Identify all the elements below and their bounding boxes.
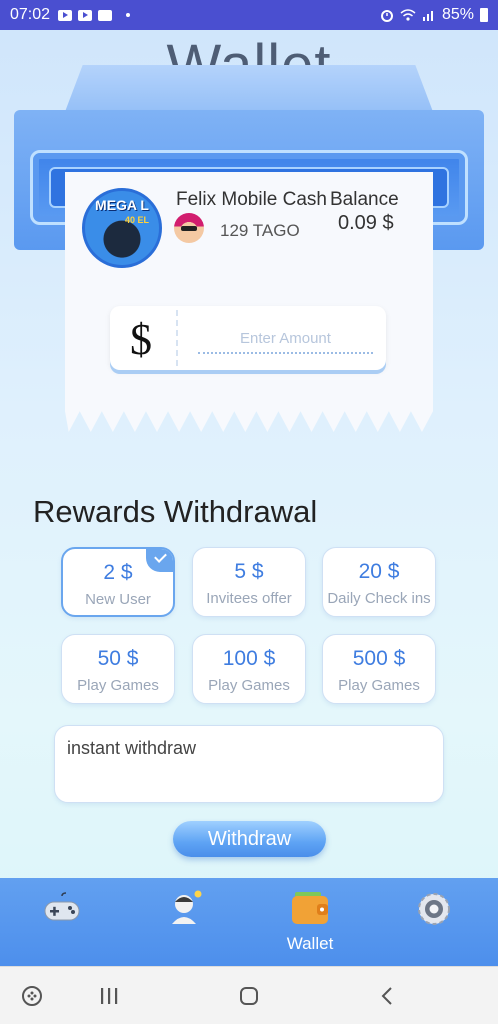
image-icon — [98, 9, 113, 21]
notification-dot-icon — [126, 13, 131, 17]
game-launcher-icon — [22, 986, 42, 1006]
wallet-icon — [292, 892, 328, 924]
reward-option-daily-checkins[interactable]: 20 $ Daily Check ins — [322, 547, 436, 617]
app-name: Felix Mobile Cash — [176, 189, 327, 210]
youtube-icon — [58, 9, 73, 21]
tab-profile[interactable] — [124, 878, 248, 966]
reward-option-play-games-500[interactable]: 500 $ Play Games — [322, 634, 436, 704]
amount-input[interactable] — [198, 324, 373, 354]
rewards-title: Rewards Withdrawal — [33, 494, 318, 529]
nav-game-launcher[interactable] — [2, 967, 62, 1024]
reward-label: Invitees offer — [206, 590, 292, 607]
balance-label: Balance — [330, 189, 399, 210]
reward-option-invitees[interactable]: 5 $ Invitees offer — [192, 547, 306, 617]
nav-recents[interactable] — [79, 967, 139, 1024]
reward-option-new-user[interactable]: 2 $ New User — [61, 547, 175, 617]
tab-games[interactable] — [0, 878, 124, 966]
reward-label: Play Games — [208, 677, 290, 694]
reward-option-play-games-100[interactable]: 100 $ Play Games — [192, 634, 306, 704]
reward-option-play-games-50[interactable]: 50 $ Play Games — [61, 634, 175, 704]
reward-amount: 50 $ — [97, 647, 139, 670]
reward-amount: 500 $ — [352, 647, 406, 670]
status-time: 07:02 — [10, 6, 51, 23]
status-bar: 07:02 85% — [0, 0, 498, 30]
logo-subtext: 40 EL — [124, 215, 149, 225]
signal-icon — [422, 11, 433, 21]
recents-icon — [101, 988, 118, 1004]
reward-amount: 5 $ — [234, 560, 264, 583]
system-nav-bar — [0, 966, 498, 1024]
settings-icon — [418, 893, 450, 925]
wifi-icon — [400, 9, 416, 21]
tab-settings[interactable] — [372, 878, 496, 966]
tab-wallet[interactable]: Wallet — [248, 878, 372, 966]
amount-divider — [176, 310, 178, 366]
nav-back[interactable] — [358, 967, 418, 1024]
user-points: 129 TAGO — [220, 221, 300, 240]
status-right: 85% — [380, 6, 488, 24]
youtube-icon — [78, 9, 93, 21]
bottom-tab-bar: Wallet — [0, 878, 498, 966]
battery-icon — [480, 8, 488, 22]
reward-amount: 20 $ — [358, 560, 400, 583]
user-avatar — [174, 213, 204, 243]
logo-text: MEGA L — [95, 197, 149, 213]
nav-home[interactable] — [219, 967, 279, 1024]
reward-label: Play Games — [338, 677, 420, 694]
tab-label-wallet: Wallet — [286, 934, 334, 953]
reward-amount: 100 $ — [222, 647, 276, 670]
user-idea-icon — [172, 890, 202, 924]
gamepad-icon — [44, 892, 80, 921]
battery-percent: 85% — [441, 6, 474, 23]
amount-box: $ — [110, 306, 386, 370]
withdraw-note-field[interactable]: instant withdraw — [54, 725, 444, 803]
home-icon — [240, 987, 258, 1005]
app-logo: MEGA L 40 EL — [82, 188, 162, 268]
alarm-icon — [380, 10, 393, 22]
back-icon — [381, 987, 392, 1005]
check-icon — [146, 549, 173, 572]
reward-label: Daily Check ins — [327, 590, 431, 607]
balance-value: 0.09 $ — [338, 212, 394, 234]
currency-symbol: $ — [130, 315, 152, 364]
withdraw-button[interactable]: Withdraw — [173, 821, 326, 857]
reward-label: New User — [85, 591, 151, 608]
reward-label: Play Games — [77, 677, 159, 694]
